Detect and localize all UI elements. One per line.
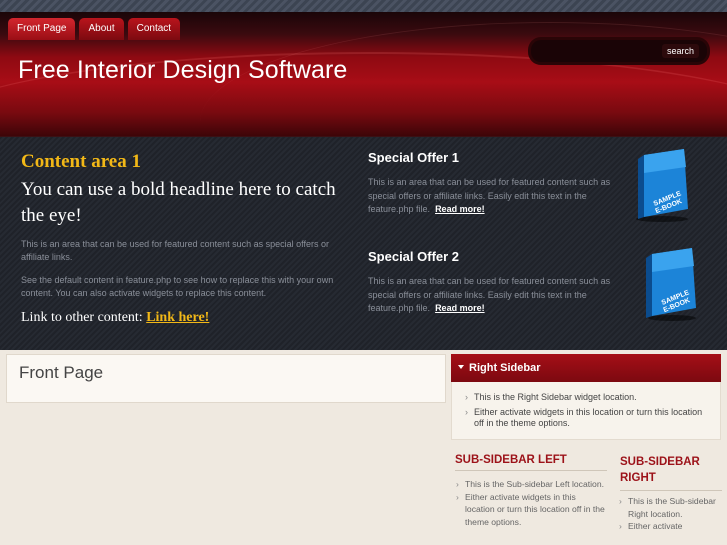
special-offer-2: Special Offer 2 This is an area that can… — [368, 249, 618, 316]
right-sidebar-header[interactable]: Right Sidebar — [451, 354, 721, 382]
list-item: Either activate widgets in this location… — [455, 491, 605, 529]
site-title[interactable]: Free Interior Design Software — [18, 56, 347, 85]
sample-ebook-image[interactable]: SAMPLE E-BOOK — [630, 149, 692, 223]
sub-sidebar-right-body: This is the Sub-sidebar Right location. … — [618, 495, 722, 533]
right-sidebar-title: Right Sidebar — [469, 362, 541, 374]
list-item: This is the Sub-sidebar Right location. — [618, 495, 722, 520]
search-input[interactable] — [539, 44, 659, 58]
right-sidebar-body: This is the Right Sidebar widget locatio… — [451, 382, 721, 440]
search-box: search — [531, 40, 707, 62]
offer-text: This is an area that can be used for fea… — [368, 276, 611, 313]
read-more-link[interactable]: Read more! — [435, 204, 485, 214]
content-area-heading: Content area 1 — [21, 151, 141, 172]
nav-tab-contact[interactable]: Contact — [127, 18, 181, 40]
sub-sidebar-right-title: SUB-SIDEBAR RIGHT — [620, 454, 722, 491]
main-nav: Front Page About Contact — [8, 18, 181, 40]
offer-text: This is an area that can be used for fea… — [368, 177, 611, 214]
site-header: Front Page About Contact search Free Int… — [0, 12, 727, 136]
sample-ebook-image[interactable]: SAMPLE E-BOOK — [640, 248, 702, 322]
content-area-1: Content area 1 You can use a bold headli… — [21, 151, 341, 326]
collapse-arrow-icon — [458, 365, 464, 369]
sub-sidebar-left-body: This is the Sub-sidebar Left location. E… — [455, 478, 605, 528]
feature-link-prefix: Link to other content: — [21, 310, 143, 325]
main-content-box: Front Page — [6, 354, 446, 403]
read-more-link[interactable]: Read more! — [435, 303, 485, 313]
feature-link-line: Link to other content: Link here! — [21, 310, 341, 326]
offer-title: Special Offer 2 — [368, 249, 460, 264]
feature-headline: You can use a bold headline here to catc… — [21, 179, 336, 226]
nav-tab-front-page[interactable]: Front Page — [8, 18, 76, 40]
list-item: Either activate widgets in this location… — [464, 407, 712, 430]
offer-title: Special Offer 1 — [368, 150, 460, 165]
search-button[interactable]: search — [661, 44, 699, 58]
list-item: Either activate — [618, 520, 722, 533]
list-item: This is the Sub-sidebar Left location. — [455, 478, 605, 491]
list-item: This is the Right Sidebar widget locatio… — [464, 392, 712, 404]
feature-paragraph: See the default content in feature.php t… — [21, 275, 334, 298]
nav-tab-about[interactable]: About — [79, 18, 124, 40]
sub-sidebar-left-title: SUB-SIDEBAR LEFT — [455, 454, 607, 471]
feature-paragraph: This is an area that can be used for fea… — [21, 239, 330, 262]
special-offer-1: Special Offer 1 This is an area that can… — [368, 150, 618, 217]
feature-area: Content area 1 You can use a bold headli… — [0, 136, 727, 350]
page-title: Front Page — [19, 363, 104, 382]
top-pattern-strip — [0, 0, 727, 12]
feature-link[interactable]: Link here! — [146, 310, 209, 325]
